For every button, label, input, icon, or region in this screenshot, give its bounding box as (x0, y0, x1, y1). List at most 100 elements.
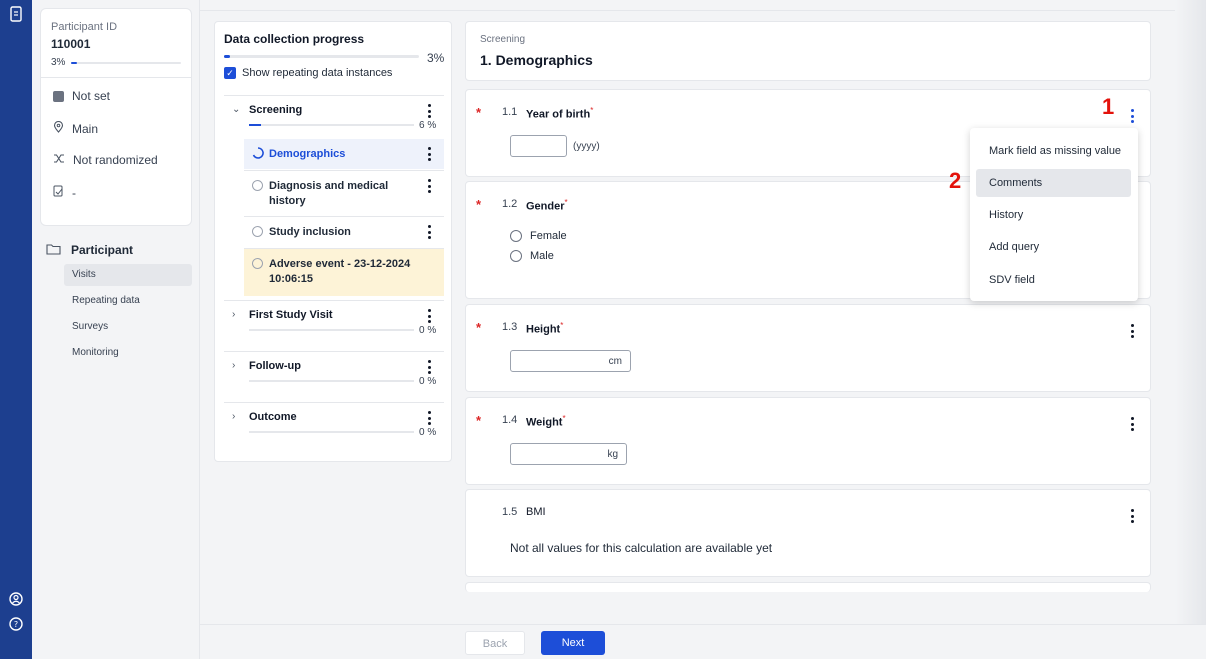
form-section-name: Screening (480, 34, 526, 45)
section-name: Screening (249, 104, 303, 116)
participant-nav-heading[interactable]: Participant (40, 240, 192, 260)
participant-id-label: Participant ID (51, 21, 118, 33)
chevron-right-icon[interactable]: › (232, 360, 235, 371)
show-repeating-checkbox[interactable]: ✓ Show repeating data instances (224, 67, 392, 79)
kebab-menu-icon[interactable] (423, 103, 435, 119)
bmi-message: Not all values for this calculation are … (510, 541, 773, 555)
step-diagnosis[interactable]: Diagnosis and medical history (244, 170, 444, 216)
notebook-icon[interactable] (7, 5, 25, 23)
form-title: 1. Demographics (480, 52, 593, 68)
section-name: Outcome (249, 411, 297, 423)
shuffle-icon (53, 153, 65, 167)
radio-icon[interactable] (510, 250, 522, 262)
participant-progress-text: 3% (51, 57, 66, 68)
section-first-study-visit[interactable]: › First Study Visit 0 % (224, 300, 444, 350)
participant-id-value: 110001 (51, 37, 91, 51)
field-number: 1.1 (502, 106, 518, 118)
height-input[interactable]: cm (510, 350, 631, 372)
checkbox-checked-icon[interactable]: ✓ (224, 67, 236, 79)
kebab-menu-icon[interactable] (423, 178, 435, 194)
kebab-menu-icon[interactable] (423, 224, 435, 240)
chevron-down-icon[interactable]: ⌄ (232, 104, 240, 115)
menu-item-mark-missing[interactable]: Mark field as missing value (976, 137, 1131, 165)
annotation-number-1: 1 (1102, 94, 1115, 119)
app-rail: ? (0, 0, 32, 659)
user-circle-icon[interactable] (7, 590, 25, 608)
kebab-menu-icon[interactable] (423, 308, 435, 324)
participant-progress-bar (71, 62, 181, 64)
extra-label: - (72, 185, 76, 200)
participant-sidebar: Participant ID 110001 3% Not set Main No… (32, 0, 200, 659)
chevron-right-icon[interactable]: › (232, 411, 235, 422)
svg-text:?: ? (14, 620, 18, 629)
year-of-birth-input[interactable] (510, 135, 567, 157)
required-asterisk-icon: * (476, 105, 482, 120)
edit-document-icon (53, 185, 64, 200)
kebab-menu-icon[interactable] (1126, 416, 1138, 432)
field-bmi: 1.5 BMI Not all values for this calculat… (465, 489, 1151, 577)
kebab-menu-icon[interactable] (423, 359, 435, 375)
section-name: First Study Visit (249, 309, 333, 321)
site-row: Main (53, 120, 99, 136)
field-unit: (yyyy) (573, 141, 600, 152)
required-asterisk-icon: * (476, 413, 482, 428)
gender-option-male[interactable]: Male (510, 250, 554, 262)
overall-progress-percent: 3% (427, 51, 445, 65)
section-progress-bar (249, 380, 414, 382)
divider (41, 77, 191, 78)
section-follow-up[interactable]: › Follow-up 0 % (224, 351, 444, 401)
form-footer: Back Next (200, 624, 1206, 659)
menu-item-history[interactable]: History (976, 201, 1131, 229)
field-label: Height* (526, 321, 564, 336)
back-button[interactable]: Back (465, 631, 525, 655)
field-number: 1.5 (502, 506, 518, 518)
required-asterisk-icon: * (476, 197, 482, 212)
gender-option-female[interactable]: Female (510, 230, 567, 242)
location-pin-icon (53, 120, 64, 136)
kebab-menu-icon[interactable] (423, 146, 435, 162)
section-progress-bar (249, 329, 414, 331)
nav-item-repeating-data[interactable]: Repeating data (64, 290, 192, 312)
menu-item-sdv-field[interactable]: SDV field (976, 266, 1131, 294)
next-button[interactable]: Next (541, 631, 605, 655)
required-asterisk-icon: * (476, 320, 482, 335)
menu-item-comments[interactable]: Comments (976, 169, 1131, 197)
menu-item-add-query[interactable]: Add query (976, 233, 1131, 261)
participant-nav: Participant Visits Repeating data Survey… (40, 240, 192, 364)
participant-nav-label: Participant (71, 243, 134, 257)
section-percent: 0 % (419, 427, 437, 438)
option-label: Male (530, 250, 554, 262)
nav-item-monitoring[interactable]: Monitoring (64, 342, 192, 364)
kebab-menu-icon[interactable] (1126, 508, 1138, 524)
field-label: BMI (526, 506, 546, 518)
field-weight: * 1.4 Weight* kg (465, 397, 1151, 485)
step-study-inclusion[interactable]: Study inclusion (244, 216, 444, 248)
section-name: Follow-up (249, 360, 301, 372)
show-repeating-label: Show repeating data instances (242, 67, 393, 79)
nav-item-surveys[interactable]: Surveys (64, 316, 192, 338)
progress-title: Data collection progress (224, 32, 365, 46)
kebab-menu-icon[interactable] (1126, 323, 1138, 339)
empty-circle-icon (252, 180, 263, 191)
extra-row: - (53, 185, 76, 200)
option-label: Female (530, 230, 567, 242)
randomization-row: Not randomized (53, 153, 158, 167)
site-label: Main (72, 121, 99, 136)
status-label: Not set (72, 89, 111, 103)
kebab-menu-icon[interactable] (1126, 108, 1138, 124)
nav-item-visits[interactable]: Visits (64, 264, 192, 286)
section-screening[interactable]: ⌄ Screening 6 % (224, 95, 444, 135)
overall-progress-bar (224, 55, 419, 58)
kebab-menu-icon[interactable] (423, 410, 435, 426)
participant-card: Participant ID 110001 3% Not set Main No… (40, 8, 192, 226)
weight-input[interactable]: kg (510, 443, 627, 465)
help-icon[interactable]: ? (7, 615, 25, 633)
step-label: Diagnosis and medical history (269, 180, 389, 207)
section-percent: 6 % (419, 120, 437, 131)
chevron-right-icon[interactable]: › (232, 309, 235, 320)
section-progress-bar (249, 124, 414, 126)
section-outcome[interactable]: › Outcome 0 % (224, 402, 444, 452)
step-demographics[interactable]: Demographics (244, 139, 444, 169)
radio-icon[interactable] (510, 230, 522, 242)
step-adverse-event[interactable]: Adverse event - 23-12-2024 10:06:15 (244, 248, 444, 296)
